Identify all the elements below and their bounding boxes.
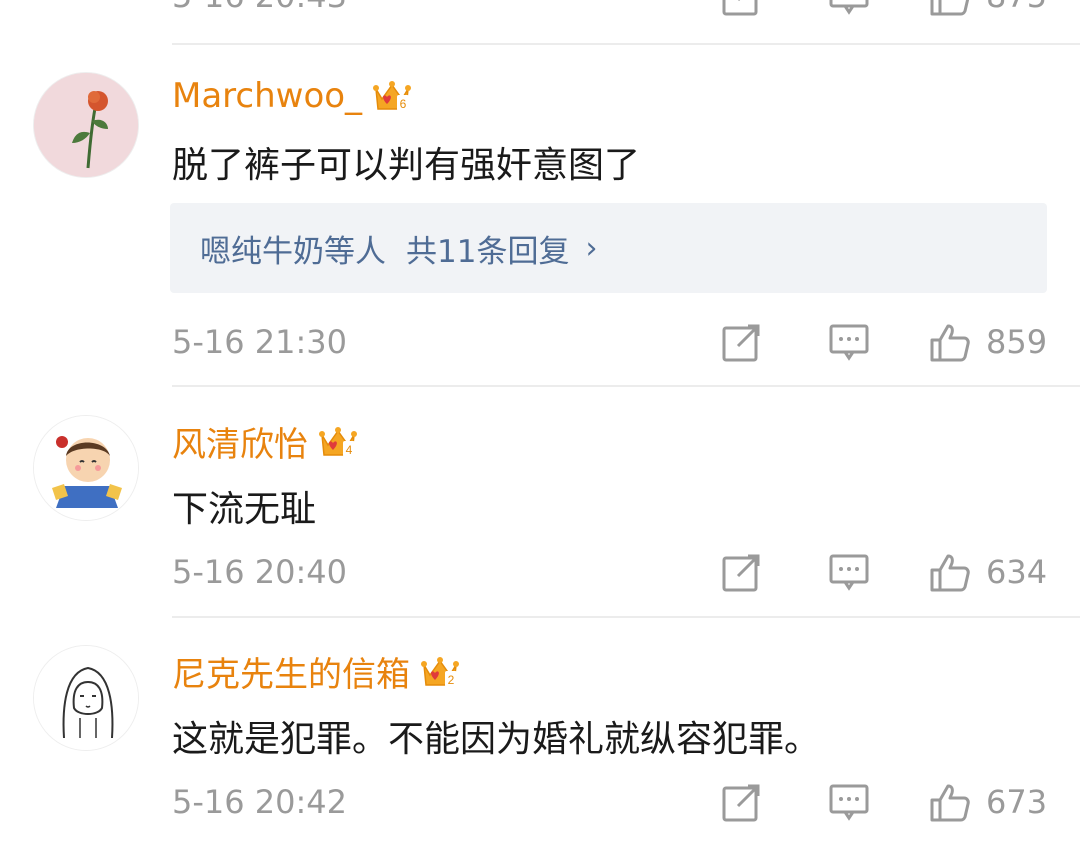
thumbs-up-icon [930,0,970,16]
comment-divider [172,43,1080,45]
comment-icon[interactable] [827,0,871,18]
crown-level-4-icon: 4 [319,426,357,457]
svg-text:6: 6 [400,97,407,111]
comment-time: 5-16 21:30 [172,323,348,361]
svg-text:2: 2 [448,673,455,687]
comment-icon[interactable] [827,550,871,594]
like-count: 859 [986,323,1048,361]
crown-level-2-icon: 2 [421,656,459,687]
reply-count[interactable]: 共11条回复 [406,226,569,271]
thumbs-up-icon [930,784,970,822]
share-icon[interactable] [720,550,764,594]
like-button[interactable]: 634 [928,550,1048,594]
comment-icon[interactable] [827,780,871,824]
comment-text: 下流无耻 [172,489,317,530]
username-text[interactable]: Marchwoo_ [172,76,362,116]
comment-footer: 5-16 20:40 634 [172,550,1047,594]
like-button[interactable]: 859 [928,320,1048,364]
comment-text: 脱了裤子可以判有强奸意图了 [172,145,641,186]
avatar[interactable] [33,415,139,521]
comment-time: 5-16 20:42 [172,783,348,821]
comment-text: 这就是犯罪。不能因为婚礼就纵容犯罪。 [172,719,821,760]
chevron-right-icon: › [585,230,598,266]
username-text[interactable]: 风清欣怡 [172,417,308,466]
sketch-avatar-image [34,646,138,750]
username-text[interactable]: 尼克先生的信箱 [172,647,410,696]
like-count: 673 [986,783,1048,821]
comment-divider [172,385,1080,387]
rose-avatar-image [34,73,138,177]
comment-time: 5-16 20:40 [172,553,348,591]
username[interactable]: Marchwoo_ 6 [172,76,412,116]
share-icon[interactable] [720,780,764,824]
comment-footer-partial: 5-16 20:43 875 [172,0,1047,18]
crown-level-6-icon: 6 [373,81,412,111]
share-icon[interactable] [720,320,764,364]
username[interactable]: 风清欣怡 4 [172,417,358,466]
username[interactable]: 尼克先生的信箱 2 [172,647,460,696]
avatar[interactable] [33,645,139,751]
comment-divider [172,616,1080,618]
share-icon[interactable] [720,0,764,18]
comment-icon[interactable] [827,320,871,364]
reply-summary[interactable]: 嗯纯牛奶等人 共11条回复 › [170,203,1047,293]
avatar[interactable] [33,72,139,178]
like-count: 875 [986,0,1047,15]
like-count: 634 [986,553,1048,591]
cartoon-avatar-image [34,416,138,520]
reply-users[interactable]: 嗯纯牛奶等人 [200,226,386,271]
like-button[interactable]: 673 [928,780,1048,824]
svg-text:4: 4 [346,443,353,457]
thumbs-up-icon [930,324,970,362]
like-button[interactable]: 875 [928,0,1048,18]
comment-footer: 5-16 21:30 859 [172,320,1047,364]
thumbs-up-icon [930,554,970,592]
comment-footer: 5-16 20:42 673 [172,780,1047,824]
comment-time: 5-16 20:43 [172,0,347,18]
